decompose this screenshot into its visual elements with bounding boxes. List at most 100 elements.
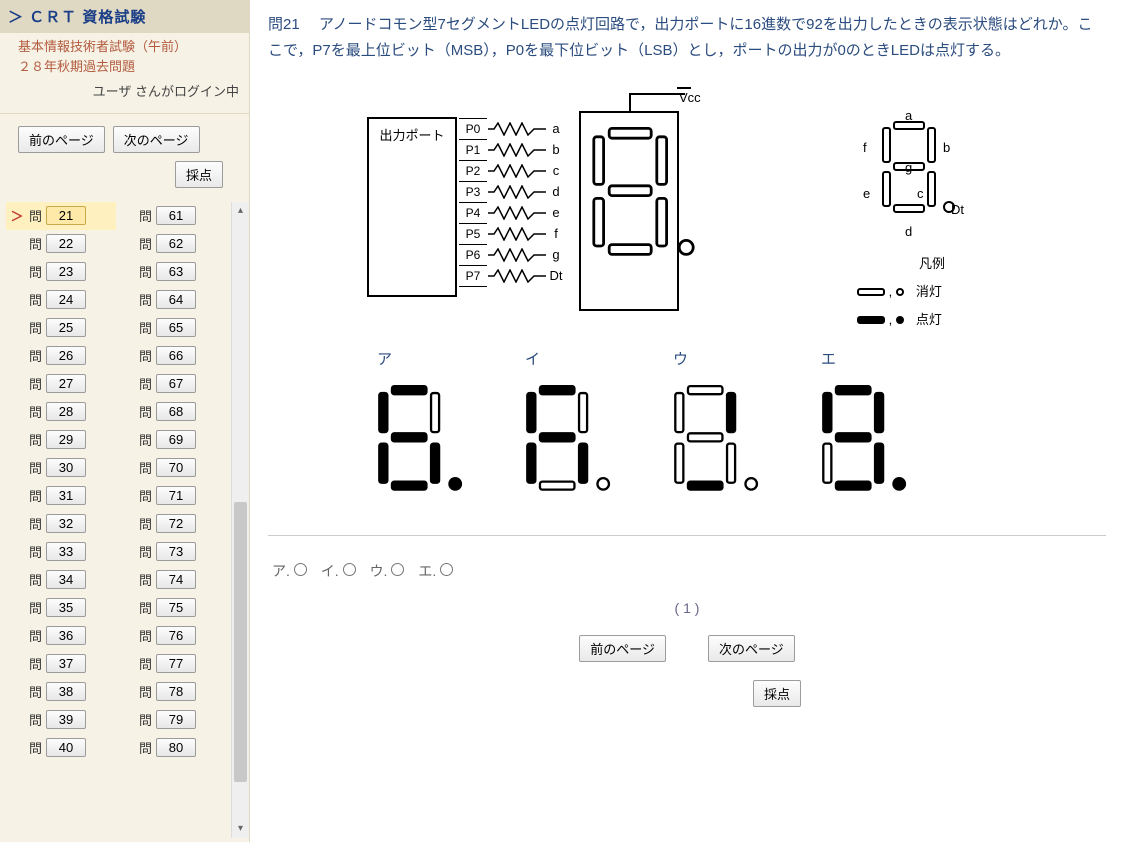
answer-option[interactable]: ウ.	[370, 563, 405, 579]
scroll-down-icon[interactable]: ▾	[232, 820, 249, 838]
question-button[interactable]: 66	[156, 346, 196, 365]
question-button[interactable]: 61	[156, 206, 196, 225]
question-button[interactable]: 21	[46, 206, 86, 225]
question-button[interactable]: 32	[46, 514, 86, 533]
question-button[interactable]: 70	[156, 458, 196, 477]
vcc-line	[629, 93, 685, 113]
question-prefix: 問	[134, 402, 156, 421]
question-button[interactable]: 65	[156, 318, 196, 337]
scroll-up-icon[interactable]: ▴	[232, 202, 249, 220]
answer-option[interactable]: エ.	[418, 563, 453, 579]
question-prefix: 問	[24, 570, 46, 589]
question-button[interactable]: 27	[46, 374, 86, 393]
question-button[interactable]: 78	[156, 682, 196, 701]
question-button[interactable]: 38	[46, 682, 86, 701]
answer-radio[interactable]	[343, 563, 356, 576]
question-button[interactable]: 80	[156, 738, 196, 757]
question-button[interactable]: 75	[156, 598, 196, 617]
led-box	[579, 111, 679, 311]
question-button[interactable]: 30	[46, 458, 86, 477]
sidebar-score-row: 採点	[0, 157, 249, 198]
segment-b	[655, 135, 668, 185]
question-button[interactable]: 64	[156, 290, 196, 309]
answer-radio[interactable]	[294, 563, 307, 576]
segment-c	[655, 197, 668, 247]
next-page-button[interactable]: 次のページ	[113, 126, 200, 153]
sidebar: ＞ ＣＲＴ 資格試験 基本情報技術者試験（午前） ２８年秋期過去問題 ユーザ さ…	[0, 0, 250, 842]
question-row: 問76	[116, 622, 226, 650]
question-prefix: 問	[134, 346, 156, 365]
prev-page-button[interactable]: 前のページ	[18, 126, 105, 153]
score-button[interactable]: 採点	[175, 161, 223, 188]
question-list: ＞問21問22問23問24問25問26問27問28問29問30問31問32問33…	[6, 202, 231, 838]
app-title: ＞ ＣＲＴ 資格試験	[0, 0, 249, 33]
question-row: 問63	[116, 258, 226, 286]
question-button[interactable]: 25	[46, 318, 86, 337]
question-button[interactable]: 67	[156, 374, 196, 393]
question-button[interactable]: 71	[156, 486, 196, 505]
question-button[interactable]: 68	[156, 402, 196, 421]
segment-f	[378, 391, 388, 432]
answer-radio[interactable]	[391, 563, 404, 576]
main-score-button[interactable]: 採点	[753, 680, 801, 707]
question-prefix: 問	[24, 290, 46, 309]
question-prefix: 問	[24, 654, 46, 673]
question-button[interactable]: 31	[46, 486, 86, 505]
question-button[interactable]: 22	[46, 234, 86, 253]
segment-d	[608, 243, 653, 256]
question-button[interactable]: 74	[156, 570, 196, 589]
question-prefix: 問	[24, 710, 46, 729]
question-button[interactable]: 37	[46, 654, 86, 673]
seg-label-f: f	[863, 137, 867, 159]
seg-label-g: g	[905, 157, 912, 179]
main-prev-page-button[interactable]: 前のページ	[579, 635, 666, 662]
answer-option[interactable]: ア.	[272, 563, 307, 579]
segment-f	[526, 391, 536, 432]
question-button[interactable]: 29	[46, 430, 86, 449]
seg-wire-label: e	[547, 202, 565, 224]
question-button[interactable]: 40	[46, 738, 86, 757]
question-row: 問61	[116, 202, 226, 230]
question-prefix: 問	[24, 486, 46, 505]
segment-c	[927, 171, 936, 207]
question-row: 問25	[6, 314, 116, 342]
answer-option[interactable]: イ.	[321, 563, 356, 579]
question-button[interactable]: 72	[156, 514, 196, 533]
question-button[interactable]: 73	[156, 542, 196, 561]
seven-segment-display	[377, 385, 441, 491]
choice-row: アイウエ	[337, 347, 1037, 505]
question-row: 問69	[116, 426, 226, 454]
question-row: 問68	[116, 398, 226, 426]
question-button[interactable]: 39	[46, 710, 86, 729]
question-button[interactable]: 36	[46, 626, 86, 645]
scroll-thumb[interactable]	[234, 502, 247, 782]
question-prefix: 問	[24, 626, 46, 645]
question-prefix: 問	[24, 318, 46, 337]
pin-row: P1b	[459, 140, 565, 160]
choice-label: エ	[821, 347, 836, 373]
question-text: 問21 アノードコモン型7セグメントLEDの点灯回路で，出力ポートに16進数で9…	[268, 12, 1106, 63]
question-button[interactable]: 62	[156, 234, 196, 253]
question-button[interactable]: 76	[156, 626, 196, 645]
question-button[interactable]: 79	[156, 710, 196, 729]
question-button[interactable]: 28	[46, 402, 86, 421]
question-button[interactable]: 63	[156, 262, 196, 281]
question-button[interactable]: 26	[46, 346, 86, 365]
main-score-row: 採点	[268, 680, 1106, 707]
scrollbar[interactable]: ▴ ▾	[231, 202, 249, 838]
question-prefix: 問	[24, 206, 46, 225]
seg-wire-label: a	[547, 118, 565, 140]
question-prefix: 問	[24, 514, 46, 533]
question-button[interactable]: 69	[156, 430, 196, 449]
answer-radio[interactable]	[440, 563, 453, 576]
question-row: 問29	[6, 426, 116, 454]
question-button[interactable]: 24	[46, 290, 86, 309]
question-button[interactable]: 23	[46, 262, 86, 281]
question-row: 問24	[6, 286, 116, 314]
main-next-page-button[interactable]: 次のページ	[708, 635, 795, 662]
question-button[interactable]: 33	[46, 542, 86, 561]
seg-wire-label: g	[547, 244, 565, 266]
question-button[interactable]: 34	[46, 570, 86, 589]
question-button[interactable]: 35	[46, 598, 86, 617]
question-button[interactable]: 77	[156, 654, 196, 673]
